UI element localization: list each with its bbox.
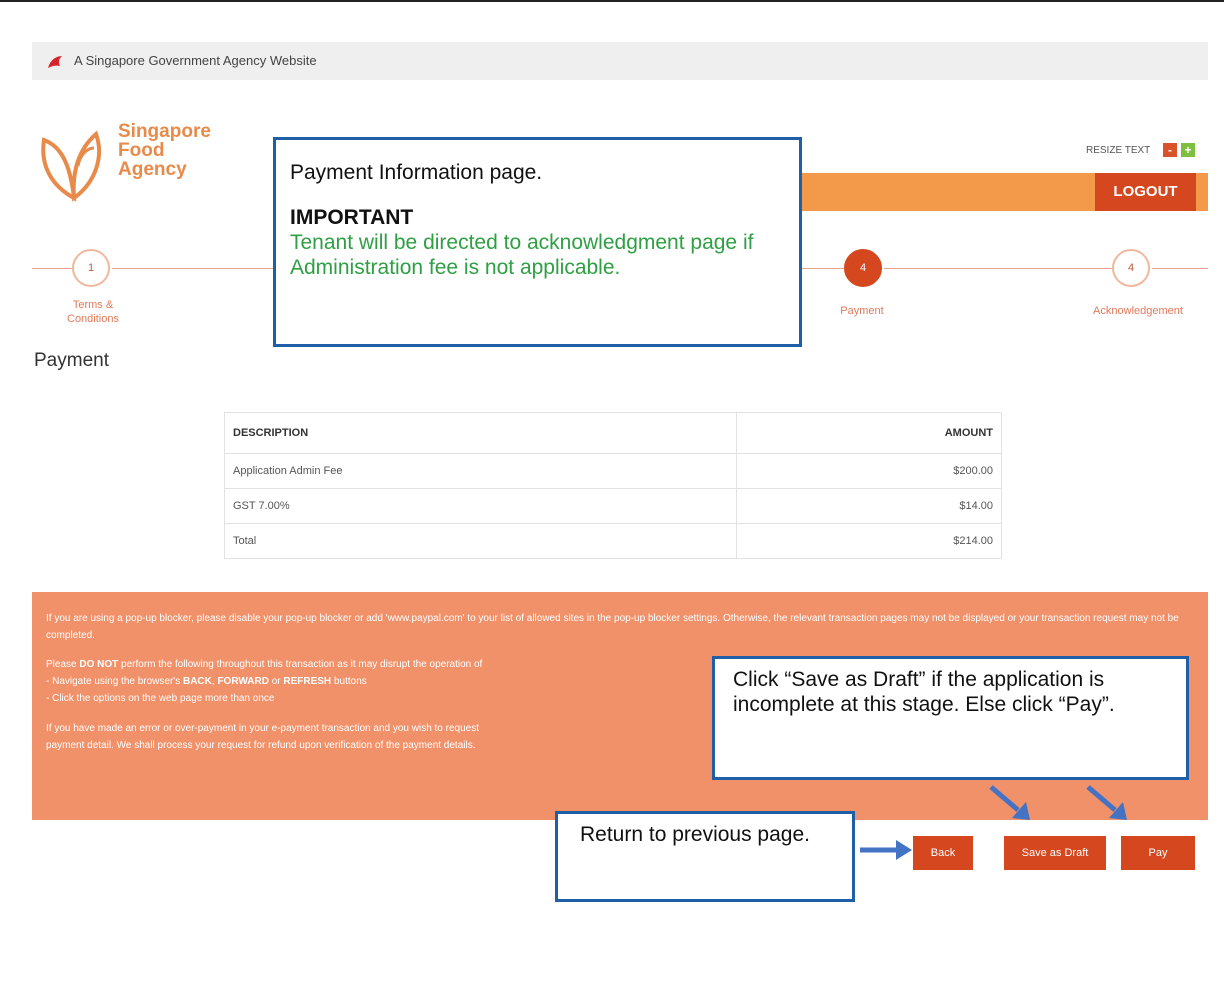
row-amount: $200.00 (736, 453, 1002, 489)
government-banner: A Singapore Government Agency Website (32, 42, 1208, 80)
decrease-text-button[interactable]: - (1163, 143, 1177, 157)
logo-line-1: Singapore (118, 121, 211, 142)
arrow-down-right-icon (989, 785, 1030, 820)
step-connector (884, 268, 1112, 269)
sfa-leaf-icon (41, 130, 101, 202)
lion-head-icon (48, 56, 62, 68)
resize-text-label: RESIZE TEXT (1086, 145, 1151, 156)
page-title: Payment (34, 350, 109, 371)
row-amount: $14.00 (736, 488, 1002, 524)
notice-bold-text: DO NOT (79, 659, 119, 670)
callout-important-heading: IMPORTANT (290, 206, 414, 229)
notice-text: or (268, 676, 284, 687)
government-banner-text: A Singapore Government Agency Website (74, 53, 317, 68)
step-1-label[interactable]: Terms & Conditions (48, 298, 138, 326)
table-row: GST 7.00% $14.00 (224, 488, 1002, 524)
logo-text: Singapore Food Agency (118, 122, 211, 179)
top-border (0, 0, 1224, 2)
step-payment-circle: 4 (844, 249, 882, 287)
logo-line-2: Food (118, 140, 165, 161)
arrow-down-right-icon (1086, 785, 1127, 820)
step-connector (1152, 268, 1208, 269)
callout-title: Payment Information page. (290, 161, 543, 184)
step-connector (802, 268, 844, 269)
step-acknowledgement-label: Acknowledgement (1093, 305, 1183, 317)
back-button[interactable]: Back (913, 836, 973, 870)
step-connector (112, 268, 274, 269)
step-payment-label: Payment (840, 305, 884, 317)
callout-payment-info: Payment Information page. IMPORTANT Tena… (273, 137, 802, 347)
logout-button[interactable]: LOGOUT (1095, 173, 1196, 211)
sfa-logo[interactable]: Singapore Food Agency (34, 122, 234, 202)
notice-paragraph-popup: If you are using a pop-up blocker, pleas… (46, 613, 1179, 641)
increase-text-button[interactable]: + (1181, 143, 1195, 157)
step-1-circle: 1 (72, 249, 110, 287)
step-1-label-line-2: Conditions (67, 313, 119, 325)
column-header-amount: AMOUNT (736, 412, 1002, 454)
step-connector (32, 268, 72, 269)
row-description: GST 7.00% (224, 488, 737, 524)
row-description: Application Admin Fee (224, 453, 737, 489)
payment-table: DESCRIPTION AMOUNT Application Admin Fee… (224, 412, 1002, 559)
table-header-row: DESCRIPTION AMOUNT (224, 412, 1002, 454)
notice-text: buttons (331, 676, 367, 687)
save-as-draft-button[interactable]: Save as Draft (1004, 836, 1106, 870)
table-row: Total $214.00 (224, 523, 1002, 559)
arrow-right-icon (860, 840, 912, 860)
notice-text: - Navigate using the browser's (46, 676, 183, 687)
pay-button[interactable]: Pay (1121, 836, 1195, 870)
column-header-description: DESCRIPTION (224, 412, 737, 454)
row-amount: $214.00 (736, 523, 1002, 559)
row-description: Total (224, 523, 737, 559)
table-row: Application Admin Fee $200.00 (224, 453, 1002, 489)
callout-save-draft: Click “Save as Draft” if the application… (712, 656, 1189, 780)
step-1-label-line-1: Terms & (72, 299, 114, 311)
notice-bold-text: FORWARD (217, 676, 269, 687)
step-acknowledgement-circle: 4 (1112, 249, 1150, 287)
notice-bold-text: BACK (182, 676, 212, 687)
notice-bold-text: REFRESH (283, 676, 332, 687)
logo-line-3: Agency (118, 159, 187, 180)
notice-text: perform the following throughout this tr… (118, 659, 483, 670)
callout-important-text: Tenant will be directed to acknowledgmen… (290, 231, 754, 279)
callout-back: Return to previous page. (555, 811, 855, 902)
notice-text: Please (46, 659, 80, 670)
